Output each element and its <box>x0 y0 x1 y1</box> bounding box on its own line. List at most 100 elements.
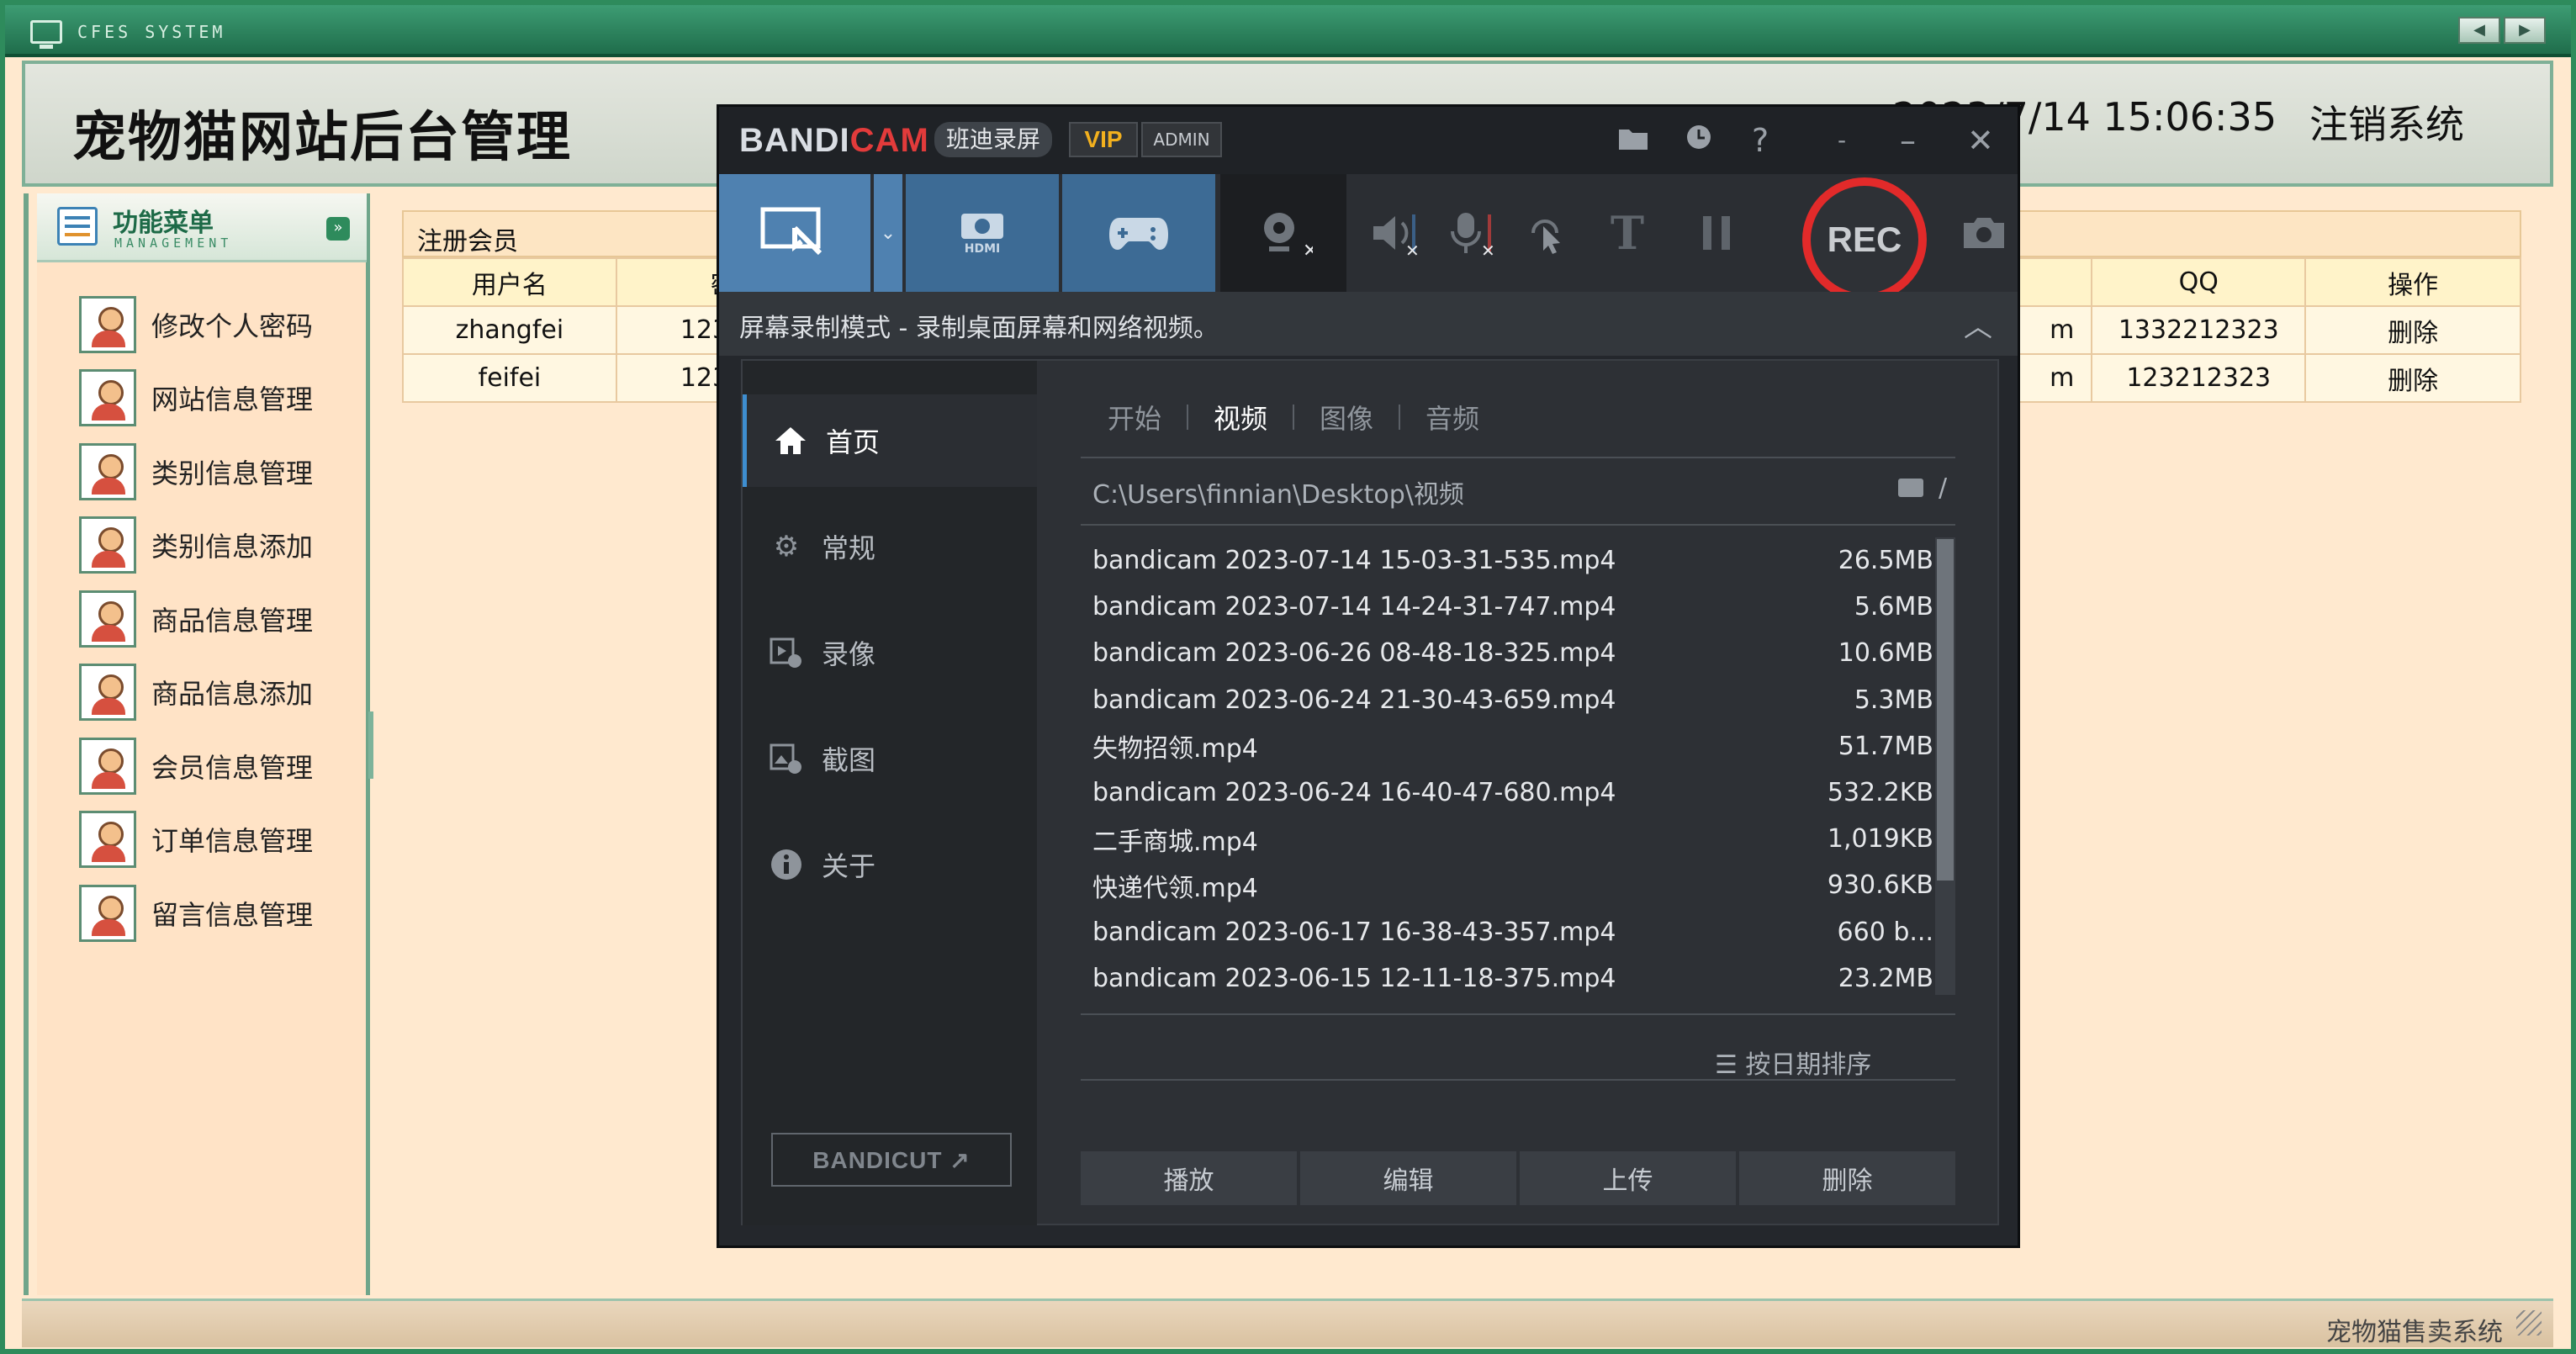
cell-qq: 1332212323 <box>2091 305 2307 355</box>
list-item[interactable]: 二手商城.mp4 1,019KB <box>1092 816 1933 862</box>
user-card-icon <box>79 369 136 427</box>
list-item[interactable]: bandicam 2023-06-26 08-48-18-325.mp4 10.6… <box>1092 630 1933 676</box>
list-item[interactable]: bandicam 2023-07-14 15-03-31-535.mp4 26.5… <box>1092 537 1933 584</box>
monitor-icon <box>30 20 62 49</box>
cursor-effects-button[interactable] <box>1511 174 1579 292</box>
mode-description: 屏幕录制模式 - 录制桌面屏幕和网络视频。 <box>739 314 1219 343</box>
text-overlay-button[interactable]: T <box>1585 174 1669 292</box>
screenshot-button[interactable] <box>1950 174 2018 292</box>
divider <box>1081 1079 1955 1081</box>
file-size: 10.6MB <box>1838 638 1933 669</box>
nav-general[interactable]: ⚙ 常规 <box>743 500 1037 593</box>
tab-start[interactable]: 开始 <box>1082 398 1187 436</box>
footer-text: 宠物猫售卖系统 <box>2326 1318 2503 1347</box>
divider <box>1081 524 1955 526</box>
menu-book-icon <box>57 207 98 246</box>
webcam-overlay-button[interactable]: ✕ <box>1220 174 1346 292</box>
list-item[interactable]: 失物招领.mp4 51.7MB <box>1092 723 1933 770</box>
splitter-handle[interactable] <box>368 711 373 779</box>
play-button[interactable]: 播放 <box>1081 1151 1297 1205</box>
admin-badge: ADMIN <box>1141 122 1222 157</box>
nav-about[interactable]: 关于 <box>743 818 1037 911</box>
pause-button[interactable] <box>1674 174 1759 292</box>
file-name: bandicam 2023-06-17 16-38-43-357.mp4 <box>1092 917 1616 947</box>
file-list-scrollbar[interactable] <box>1935 537 1955 995</box>
sort-by-date-button[interactable]: ☰ 按日期排序 <box>1715 1044 1871 1081</box>
bandicam-titlebar: BANDICAM 班迪录屏 VIP ADMIN ? - – ✕ <box>719 107 2018 174</box>
sidebar-item-order-manage[interactable]: 订单信息管理 <box>79 803 357 877</box>
divider <box>1081 1013 1955 1015</box>
file-name: bandicam 2023-06-15 12-11-18-375.mp4 <box>1092 963 1616 993</box>
delete-link[interactable]: 删除 <box>2304 305 2521 355</box>
list-item[interactable]: bandicam 2023-06-24 21-30-43-659.mp4 5.3M… <box>1092 677 1933 723</box>
clock-icon[interactable] <box>1685 117 1713 164</box>
title-bar: CFES SYSTEM ◀ ▶ <box>5 5 2571 57</box>
list-item[interactable]: bandicam 2023-06-15 12-11-18-375.mp4 23.2… <box>1092 955 1933 1002</box>
next-arrow-button[interactable]: ▶ <box>2504 17 2546 44</box>
logout-link[interactable]: 注销系统 <box>2309 94 2464 150</box>
file-size: 51.7MB <box>1838 731 1933 761</box>
sidebar-item-product-add[interactable]: 商品信息添加 <box>79 656 357 730</box>
nav-screenshot[interactable]: 截图 <box>743 712 1037 805</box>
user-card-icon <box>79 884 136 942</box>
options-dash-icon[interactable]: - <box>1838 117 1846 164</box>
list-item[interactable]: 快递代领.mp4 930.6KB <box>1092 862 1933 908</box>
sidebar-item-member-manage[interactable]: 会员信息管理 <box>79 729 357 803</box>
file-action-bar: 播放 编辑 上传 删除 <box>1081 1151 1955 1205</box>
cursor-click-icon <box>1531 219 1560 254</box>
record-button[interactable]: REC <box>1802 177 1927 302</box>
user-card-icon <box>79 590 136 648</box>
bandicam-nav: 首页 ⚙ 常规 录像 截图 关于 BANDICUT ↗ <box>743 361 1037 1225</box>
output-path[interactable]: C:\Users\finnian\Desktop\视频 <box>1092 473 1464 510</box>
title-nav-buttons: ◀ ▶ <box>2458 17 2546 44</box>
mode-dropdown-chevron-icon[interactable]: ⌄ <box>874 174 904 292</box>
delete-button[interactable]: 删除 <box>1739 1151 1955 1205</box>
sidebar-item-label: 会员信息管理 <box>151 751 314 784</box>
bandicut-button[interactable]: BANDICUT ↗ <box>771 1133 1012 1187</box>
edit-button[interactable]: 编辑 <box>1300 1151 1516 1205</box>
delete-link[interactable]: 删除 <box>2304 353 2521 403</box>
speaker-muted-button[interactable]: ✕ <box>1360 174 1436 292</box>
prev-arrow-button[interactable]: ◀ <box>2458 17 2500 44</box>
list-item[interactable]: bandicam 2023-06-24 16-40-47-680.mp4 532.… <box>1092 770 1933 816</box>
user-card-icon <box>79 664 136 722</box>
sidebar-item-site-info[interactable]: 网站信息管理 <box>79 362 357 436</box>
pause-icon <box>1703 216 1730 250</box>
tab-video[interactable]: 视频 <box>1188 398 1293 436</box>
svg-text:✕: ✕ <box>1303 241 1313 258</box>
scrollbar-thumb[interactable] <box>1937 539 1954 881</box>
vip-badge: VIP <box>1069 122 1138 157</box>
file-name: 快递代领.mp4 <box>1092 873 1258 903</box>
mic-muted-button[interactable]: ✕ <box>1436 174 1511 292</box>
folder-icon[interactable] <box>1617 117 1649 164</box>
nav-home[interactable]: 首页 <box>743 394 1037 487</box>
list-item[interactable]: bandicam 2023-06-17 16-38-43-357.mp4 660 … <box>1092 909 1933 955</box>
menu-subtitle: MANAGEMENT <box>114 235 233 251</box>
screen-mode-button[interactable] <box>719 174 872 292</box>
sidebar-item-change-password[interactable]: 修改个人密码 <box>79 288 357 362</box>
help-icon[interactable]: ? <box>1752 117 1769 164</box>
minimize-icon[interactable]: – <box>1900 117 1916 164</box>
recorded-file-list: bandicam 2023-07-14 15-03-31-535.mp4 26.5… <box>1092 537 1933 1002</box>
bandicam-logo: BANDICAM <box>739 122 929 159</box>
open-folder-icon[interactable] <box>1898 479 1923 497</box>
tab-image[interactable]: 图像 <box>1294 398 1399 436</box>
hdmi-mode-button[interactable]: HDMI <box>906 174 1061 292</box>
collapse-up-chevron-icon[interactable]: ︿ <box>1964 304 1992 345</box>
tab-audio[interactable]: 音频 <box>1400 398 1505 436</box>
sidebar-item-category-manage[interactable]: 类别信息管理 <box>79 435 357 509</box>
list-item[interactable]: bandicam 2023-07-14 14-24-31-747.mp4 5.6M… <box>1092 584 1933 630</box>
upload-button[interactable]: 上传 <box>1520 1151 1736 1205</box>
sidebar-item-product-manage[interactable]: 商品信息管理 <box>79 582 357 656</box>
collapse-chevron-icon[interactable]: » <box>326 217 350 241</box>
resize-grip-icon[interactable] <box>2516 1310 2542 1335</box>
sidebar-item-category-add[interactable]: 类别信息添加 <box>79 509 357 583</box>
file-size: 1,019KB <box>1827 824 1933 854</box>
menu-header: 功能菜单 MANAGEMENT » <box>37 193 367 262</box>
mode-status-bar: 屏幕录制模式 - 录制桌面屏幕和网络视频。 ︿ <box>719 292 2018 356</box>
game-mode-button[interactable] <box>1062 174 1217 292</box>
close-icon[interactable]: ✕ <box>1967 117 1994 164</box>
nav-video[interactable]: 录像 <box>743 606 1037 699</box>
bandicam-main: 开始 视频 图像 音频 C:\Users\finnian\Desktop\视频 … <box>1039 361 1999 1225</box>
sidebar-item-message-manage[interactable]: 留言信息管理 <box>79 876 357 950</box>
